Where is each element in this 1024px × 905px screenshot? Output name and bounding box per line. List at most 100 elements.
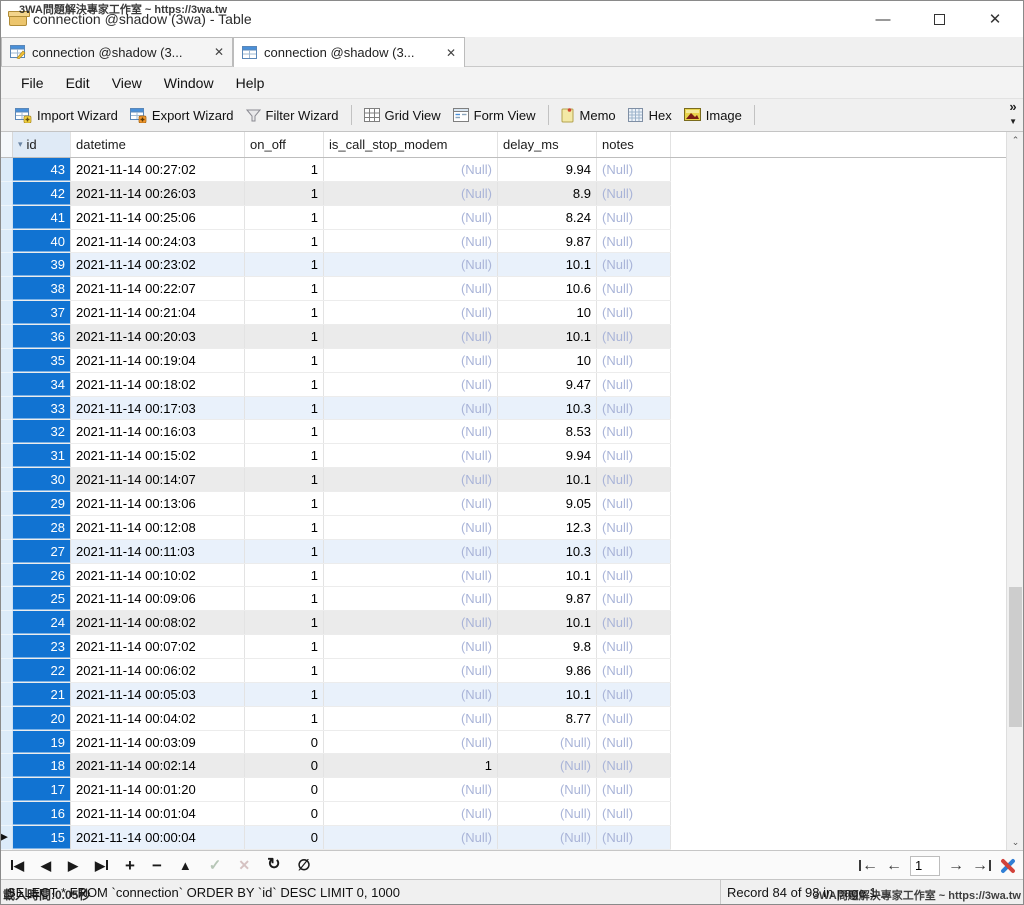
- filter-wizard-button[interactable]: Filter Wizard: [240, 105, 345, 126]
- row-selector[interactable]: [1, 683, 13, 707]
- table-row[interactable]: 332021-11-14 00:17:031(Null)10.3(Null): [1, 397, 1006, 421]
- row-selector[interactable]: [1, 707, 13, 731]
- row-selector[interactable]: [1, 253, 13, 277]
- cell-is-call-stop-modem[interactable]: (Null): [324, 325, 498, 348]
- table-row[interactable]: 272021-11-14 00:11:031(Null)10.3(Null): [1, 540, 1006, 564]
- import-wizard-button[interactable]: Import Wizard: [9, 105, 124, 126]
- cell-on-off[interactable]: 1: [245, 659, 324, 682]
- column-header-id[interactable]: ▾ id: [13, 132, 71, 157]
- cell-delay-ms[interactable]: 10: [498, 349, 597, 372]
- cell-datetime[interactable]: 2021-11-14 00:01:20: [71, 778, 245, 801]
- menu-help[interactable]: Help: [226, 71, 275, 95]
- menu-file[interactable]: File: [11, 71, 54, 95]
- cell-datetime[interactable]: 2021-11-14 00:04:02: [71, 707, 245, 730]
- menu-view[interactable]: View: [102, 71, 152, 95]
- cell-is-call-stop-modem[interactable]: (Null): [324, 468, 498, 491]
- table-row[interactable]: 162021-11-14 00:01:040(Null)(Null)(Null): [1, 802, 1006, 826]
- cell-id[interactable]: 29: [13, 492, 71, 515]
- cell-delay-ms[interactable]: 9.87: [498, 230, 597, 253]
- cell-is-call-stop-modem[interactable]: (Null): [324, 778, 498, 801]
- cell-notes[interactable]: (Null): [597, 754, 671, 777]
- tab-close-icon[interactable]: ✕: [446, 46, 456, 60]
- cell-notes[interactable]: (Null): [597, 420, 671, 443]
- cell-on-off[interactable]: 1: [245, 635, 324, 658]
- close-button[interactable]: ✕: [967, 1, 1023, 37]
- cell-on-off[interactable]: 1: [245, 230, 324, 253]
- cell-on-off[interactable]: 1: [245, 158, 324, 181]
- cell-delay-ms[interactable]: 9.47: [498, 373, 597, 396]
- cell-notes[interactable]: (Null): [597, 349, 671, 372]
- table-row[interactable]: 432021-11-14 00:27:021(Null)9.94(Null): [1, 158, 1006, 182]
- cell-on-off[interactable]: 1: [245, 182, 324, 205]
- cell-datetime[interactable]: 2021-11-14 00:11:03: [71, 540, 245, 563]
- export-wizard-button[interactable]: Export Wizard: [124, 105, 240, 126]
- cell-on-off[interactable]: 1: [245, 492, 324, 515]
- cell-is-call-stop-modem[interactable]: (Null): [324, 373, 498, 396]
- row-selector[interactable]: [1, 754, 13, 778]
- cell-is-call-stop-modem[interactable]: (Null): [324, 611, 498, 634]
- table-row[interactable]: 382021-11-14 00:22:071(Null)10.6(Null): [1, 277, 1006, 301]
- cell-is-call-stop-modem[interactable]: (Null): [324, 444, 498, 467]
- edit-row-button[interactable]: ▲: [179, 859, 192, 872]
- table-row[interactable]: 222021-11-14 00:06:021(Null)9.86(Null): [1, 659, 1006, 683]
- previous-record-button[interactable]: ◀: [41, 859, 51, 872]
- cell-delay-ms[interactable]: 9.05: [498, 492, 597, 515]
- table-row[interactable]: 182021-11-14 00:02:1401(Null)(Null): [1, 754, 1006, 778]
- cell-notes[interactable]: (Null): [597, 206, 671, 229]
- cell-is-call-stop-modem[interactable]: (Null): [324, 301, 498, 324]
- table-row[interactable]: 412021-11-14 00:25:061(Null)8.24(Null): [1, 206, 1006, 230]
- cell-datetime[interactable]: 2021-11-14 00:19:04: [71, 349, 245, 372]
- table-row[interactable]: ▶152021-11-14 00:00:040(Null)(Null)(Null…: [1, 826, 1006, 850]
- cell-notes[interactable]: (Null): [597, 182, 671, 205]
- cell-is-call-stop-modem[interactable]: (Null): [324, 206, 498, 229]
- minimize-button[interactable]: —: [855, 1, 911, 37]
- cell-datetime[interactable]: 2021-11-14 00:05:03: [71, 683, 245, 706]
- cell-delay-ms[interactable]: 10.1: [498, 253, 597, 276]
- row-selector[interactable]: [1, 611, 13, 635]
- row-selector[interactable]: [1, 277, 13, 301]
- cell-datetime[interactable]: 2021-11-14 00:01:04: [71, 802, 245, 825]
- cell-datetime[interactable]: 2021-11-14 00:00:04: [71, 826, 245, 849]
- table-row[interactable]: 362021-11-14 00:20:031(Null)10.1(Null): [1, 325, 1006, 349]
- menu-edit[interactable]: Edit: [56, 71, 100, 95]
- row-selector[interactable]: [1, 397, 13, 421]
- cell-on-off[interactable]: 1: [245, 683, 324, 706]
- cell-datetime[interactable]: 2021-11-14 00:14:07: [71, 468, 245, 491]
- cell-delay-ms[interactable]: 9.94: [498, 158, 597, 181]
- previous-page-button[interactable]: ←: [886, 858, 902, 874]
- cell-notes[interactable]: (Null): [597, 778, 671, 801]
- cell-notes[interactable]: (Null): [597, 611, 671, 634]
- cell-notes[interactable]: (Null): [597, 635, 671, 658]
- cell-delay-ms[interactable]: 10.6: [498, 277, 597, 300]
- cell-datetime[interactable]: 2021-11-14 00:08:02: [71, 611, 245, 634]
- table-row[interactable]: 202021-11-14 00:04:021(Null)8.77(Null): [1, 707, 1006, 731]
- table-row[interactable]: 352021-11-14 00:19:041(Null)10(Null): [1, 349, 1006, 373]
- table-row[interactable]: 402021-11-14 00:24:031(Null)9.87(Null): [1, 230, 1006, 254]
- cell-id[interactable]: 16: [13, 802, 71, 825]
- cell-is-call-stop-modem[interactable]: 1: [324, 754, 498, 777]
- cell-id[interactable]: 15: [13, 826, 71, 849]
- refresh-button[interactable]: ↻: [267, 857, 280, 873]
- cell-is-call-stop-modem[interactable]: (Null): [324, 253, 498, 276]
- row-selector[interactable]: [1, 301, 13, 325]
- cell-delay-ms[interactable]: 8.53: [498, 420, 597, 443]
- cell-is-call-stop-modem[interactable]: (Null): [324, 587, 498, 610]
- row-selector[interactable]: [1, 587, 13, 611]
- cell-on-off[interactable]: 1: [245, 587, 324, 610]
- column-header-datetime[interactable]: datetime: [71, 132, 245, 157]
- cell-datetime[interactable]: 2021-11-14 00:23:02: [71, 253, 245, 276]
- cell-notes[interactable]: (Null): [597, 587, 671, 610]
- scrollbar-thumb[interactable]: [1009, 587, 1022, 727]
- row-selector[interactable]: ▶: [1, 826, 13, 850]
- cell-on-off[interactable]: 1: [245, 420, 324, 443]
- table-row[interactable]: 172021-11-14 00:01:200(Null)(Null)(Null): [1, 778, 1006, 802]
- cell-is-call-stop-modem[interactable]: (Null): [324, 277, 498, 300]
- maximize-button[interactable]: [911, 1, 967, 37]
- cell-datetime[interactable]: 2021-11-14 00:17:03: [71, 397, 245, 420]
- row-selector[interactable]: [1, 778, 13, 802]
- row-selector[interactable]: [1, 516, 13, 540]
- cell-is-call-stop-modem[interactable]: (Null): [324, 349, 498, 372]
- tab-close-icon[interactable]: ✕: [214, 45, 224, 59]
- cell-id[interactable]: 39: [13, 253, 71, 276]
- cell-is-call-stop-modem[interactable]: (Null): [324, 182, 498, 205]
